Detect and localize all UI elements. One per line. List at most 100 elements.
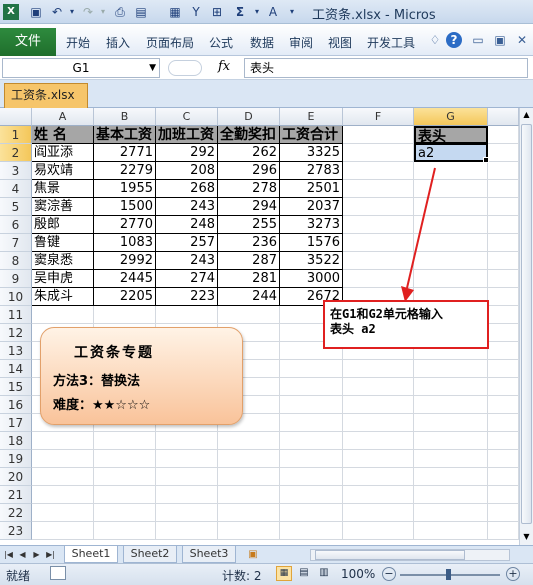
cell[interactable] xyxy=(280,450,343,468)
row-header[interactable]: 12 xyxy=(0,324,32,342)
scroll-down-icon[interactable]: ▼ xyxy=(521,531,532,543)
cell[interactable] xyxy=(488,270,519,288)
column-header-d[interactable]: D xyxy=(218,108,280,126)
cell[interactable] xyxy=(488,306,519,324)
cell[interactable]: 2771 xyxy=(94,144,156,162)
macro-record-icon[interactable] xyxy=(50,566,66,580)
cell[interactable]: 2037 xyxy=(280,198,343,216)
cell[interactable] xyxy=(488,396,519,414)
cell[interactable]: 2770 xyxy=(94,216,156,234)
cell[interactable]: 2992 xyxy=(94,252,156,270)
cell[interactable]: 2445 xyxy=(94,270,156,288)
insert-sheet-icon[interactable]: ▣ xyxy=(245,548,261,562)
cell[interactable] xyxy=(343,378,414,396)
select-all-corner[interactable] xyxy=(0,108,32,126)
row-header[interactable]: 16 xyxy=(0,396,32,414)
sheet-tab-sheet3[interactable]: Sheet3 xyxy=(182,546,236,563)
cell[interactable] xyxy=(280,468,343,486)
cell[interactable] xyxy=(488,522,519,540)
cell[interactable] xyxy=(488,180,519,198)
format-icon[interactable]: ▤ xyxy=(133,4,149,20)
cell[interactable] xyxy=(32,486,94,504)
cell[interactable]: 窦泉悉 xyxy=(32,252,94,270)
cell[interactable]: 吴申虎 xyxy=(32,270,94,288)
help-icon[interactable]: ? xyxy=(446,32,462,48)
cell[interactable]: 姓 名 xyxy=(32,126,94,144)
cell[interactable] xyxy=(156,504,218,522)
sheet-tab-sheet2[interactable]: Sheet2 xyxy=(123,546,177,563)
cell[interactable] xyxy=(488,504,519,522)
redo-icon[interactable]: ↷ xyxy=(80,4,96,20)
zoom-level[interactable]: 100% xyxy=(341,567,375,581)
cell[interactable]: 3000 xyxy=(280,270,343,288)
cell[interactable] xyxy=(218,486,280,504)
cell[interactable] xyxy=(218,504,280,522)
cell[interactable] xyxy=(414,396,488,414)
cell[interactable] xyxy=(414,378,488,396)
cell[interactable]: 鲁键 xyxy=(32,234,94,252)
cell[interactable] xyxy=(343,396,414,414)
cell[interactable]: 268 xyxy=(156,180,218,198)
cell[interactable]: 262 xyxy=(218,144,280,162)
cell[interactable] xyxy=(156,450,218,468)
tab-review[interactable]: 审阅 xyxy=(289,34,313,51)
workbook-tab[interactable]: 工资条.xlsx xyxy=(4,83,88,108)
cell[interactable] xyxy=(218,432,280,450)
fill-handle-icon[interactable] xyxy=(483,157,489,163)
print-preview-icon[interactable]: ⎙ xyxy=(112,4,128,20)
cell[interactable] xyxy=(488,450,519,468)
cell[interactable] xyxy=(280,432,343,450)
row-header[interactable]: 9 xyxy=(0,270,32,288)
cell[interactable] xyxy=(32,450,94,468)
undo-dropdown-icon[interactable]: ▾ xyxy=(64,4,80,20)
cell[interactable] xyxy=(94,486,156,504)
row-header[interactable]: 10 xyxy=(0,288,32,306)
cell[interactable] xyxy=(32,522,94,540)
cell[interactable] xyxy=(343,360,414,378)
cell[interactable]: 基本工资 xyxy=(94,126,156,144)
cell[interactable]: 窦淙善 xyxy=(32,198,94,216)
cell[interactable] xyxy=(488,432,519,450)
cell[interactable]: 2501 xyxy=(280,180,343,198)
horizontal-scroll-thumb[interactable] xyxy=(315,550,465,560)
cell[interactable]: 292 xyxy=(156,144,218,162)
row-header[interactable]: 13 xyxy=(0,342,32,360)
expand-handle-icon[interactable] xyxy=(168,60,202,76)
cell[interactable]: 257 xyxy=(156,234,218,252)
cell[interactable]: 1083 xyxy=(94,234,156,252)
cell[interactable] xyxy=(218,306,280,324)
cell[interactable]: 1576 xyxy=(280,234,343,252)
cell[interactable] xyxy=(488,144,519,162)
cell[interactable]: 255 xyxy=(218,216,280,234)
cell[interactable]: 阎亚添 xyxy=(32,144,94,162)
cell[interactable] xyxy=(488,162,519,180)
cell[interactable]: 焦景 xyxy=(32,180,94,198)
cell[interactable] xyxy=(414,432,488,450)
row-header[interactable]: 4 xyxy=(0,180,32,198)
cell[interactable] xyxy=(94,468,156,486)
zoom-in-icon[interactable]: + xyxy=(506,567,520,581)
column-header-c[interactable]: C xyxy=(156,108,218,126)
sum-dropdown-icon[interactable]: ▾ xyxy=(249,4,265,20)
cell[interactable] xyxy=(156,468,218,486)
prev-sheet-icon[interactable]: ◀ xyxy=(17,548,28,562)
cell[interactable]: 287 xyxy=(218,252,280,270)
row-header[interactable]: 14 xyxy=(0,360,32,378)
cell[interactable]: 2783 xyxy=(280,162,343,180)
row-header[interactable]: 23 xyxy=(0,522,32,540)
cell[interactable] xyxy=(488,126,519,144)
vertical-scrollbar[interactable]: ▲ ▼ xyxy=(519,108,533,545)
column-header-a[interactable]: A xyxy=(32,108,94,126)
row-header[interactable]: 1 xyxy=(0,126,32,144)
horizontal-scrollbar[interactable] xyxy=(310,549,510,561)
cell[interactable]: 朱成斗 xyxy=(32,288,94,306)
borders-icon[interactable]: ⊞ xyxy=(209,4,225,20)
text-icon[interactable]: A xyxy=(265,4,281,20)
cell[interactable] xyxy=(343,504,414,522)
cell[interactable] xyxy=(218,468,280,486)
cell[interactable] xyxy=(488,414,519,432)
sum-icon[interactable]: Σ xyxy=(232,4,248,20)
cell[interactable] xyxy=(94,306,156,324)
calculator-icon[interactable]: ▦ xyxy=(167,4,183,20)
cell[interactable]: 274 xyxy=(156,270,218,288)
